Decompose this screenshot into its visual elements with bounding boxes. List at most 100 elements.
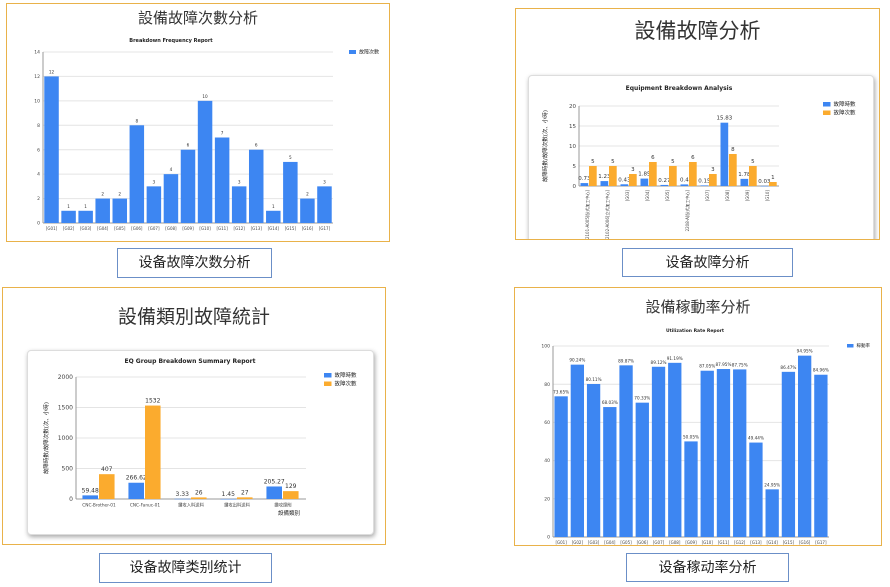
- group-breakdown-chart: EQ Group Breakdown Summary Report 0 500 100…: [42, 358, 358, 517]
- legend-label: 稼動率: [857, 342, 871, 349]
- x-tick-label: [G17]: [319, 226, 331, 231]
- x-tick-label: [G09]: [685, 540, 697, 545]
- data-label: 1: [84, 204, 87, 209]
- chart-title: Equipment Breakdown Analysis: [626, 85, 733, 92]
- x-tick-label: [G13]: [251, 226, 263, 231]
- bar-series1: [283, 161, 298, 223]
- data-label: 87.95%: [715, 362, 731, 367]
- x-tick-label: [G08]: [725, 190, 730, 202]
- data-label: 5: [611, 159, 615, 165]
- bar-series1: [797, 355, 812, 537]
- bar-series2: [669, 166, 677, 186]
- x-tick-label: [G15]: [285, 226, 297, 231]
- x-tick-label: [G14]: [767, 540, 779, 545]
- utilization-chart: Utilization Rate Report 0 20 40 60 80 100 73.65…: [541, 328, 871, 545]
- data-label: 91.19%: [667, 356, 683, 361]
- y-tick-label: 0: [69, 496, 73, 503]
- y-tick-label: 6: [37, 147, 40, 153]
- data-label: 0.4: [680, 177, 689, 183]
- x-tick-label: 2102-A006[立式加工中心]: [604, 190, 610, 239]
- data-label: 1: [771, 175, 775, 181]
- bar-series2: [729, 154, 737, 186]
- bar-series1: [317, 186, 332, 223]
- x-tick-label: [G10]: [702, 540, 714, 545]
- bar-series1: [716, 369, 731, 537]
- caption-group-breakdown: 设备故障类别统计: [99, 553, 272, 583]
- bar-series2: [99, 474, 115, 499]
- data-label: 59.48: [82, 487, 99, 494]
- data-label: 8: [135, 118, 138, 123]
- bar-series2: [749, 166, 757, 186]
- data-label: 10: [202, 94, 208, 99]
- y-tick-label: 2: [37, 196, 40, 202]
- bar-series1: [586, 383, 601, 537]
- legend-label: 故障次數: [834, 109, 857, 117]
- y-tick-label: 100: [541, 344, 550, 350]
- y-tick-label: 0: [573, 184, 577, 190]
- bar-series1: [95, 198, 110, 223]
- x-tick-label: 鑽攻出料送料: [224, 501, 250, 508]
- chart-card: Breakdown Frequency Report 0 2 4 6 8 10 12 14 12[…: [11, 32, 387, 239]
- data-label: 94.95%: [797, 349, 813, 354]
- panel-breakdown-frequency: 設備故障次數分析 Breakdown Frequency Report 0 2 4 6 8…: [6, 3, 390, 242]
- data-label: 3: [323, 179, 326, 184]
- data-label: 84.96%: [813, 368, 829, 373]
- data-label: 68.03%: [602, 400, 618, 405]
- data-label: 205.27: [264, 478, 285, 485]
- bar-series1: [128, 482, 144, 499]
- x-tick-label: [G08]: [669, 540, 681, 545]
- x-tick-label: [G06]: [131, 226, 143, 231]
- bar-series1: [300, 198, 315, 223]
- x-tick-label: 鑽攻鏜削: [274, 501, 291, 508]
- x-tick-label: [G06]: [637, 540, 649, 545]
- x-tick-label: [G05]: [620, 540, 632, 545]
- bar-series2: [145, 405, 161, 499]
- bar-series1: [580, 183, 589, 186]
- x-tick-label: [G17]: [815, 540, 827, 545]
- bar-series1: [248, 149, 264, 223]
- x-tick-label: [G14]: [268, 226, 280, 231]
- bar-series1: [740, 178, 749, 186]
- bar-series1: [680, 184, 689, 186]
- bar-series1: [619, 365, 633, 537]
- bar-series1: [266, 210, 281, 223]
- y-axis-label: 故障時數/故障次數(次、小時): [541, 110, 549, 182]
- y-tick-label: 60: [544, 420, 550, 426]
- data-label: 5: [751, 159, 755, 165]
- bar-series1: [163, 174, 179, 223]
- bar-series1: [266, 486, 282, 499]
- data-label: 8: [731, 147, 735, 153]
- legend-label: 故障時數: [335, 371, 358, 379]
- y-tick-label: 0: [547, 535, 550, 541]
- data-label: 6: [691, 155, 695, 161]
- data-label: 5: [289, 155, 292, 160]
- x-tick-label: 2101-A005[臥式加工中心]: [584, 190, 590, 239]
- bar-series1: [220, 498, 236, 500]
- y-tick-label: 20: [569, 104, 576, 110]
- panel-heading: 設備故障分析: [634, 19, 761, 43]
- x-tick-label: CNC-Fanuc-01: [130, 502, 161, 508]
- data-label: 26: [195, 489, 203, 496]
- x-tick-label: [G03]: [625, 190, 630, 202]
- y-tick-label: 1000: [58, 435, 73, 442]
- data-label: 89.87%: [618, 358, 634, 363]
- bar-series1: [129, 125, 145, 223]
- data-label: 1532: [145, 398, 160, 405]
- data-label: 2: [101, 192, 104, 197]
- x-tick-label: [G04]: [604, 540, 616, 545]
- data-label: 86.47%: [780, 365, 796, 370]
- bar-series1: [112, 198, 128, 223]
- x-tick-label: [G04]: [645, 190, 650, 202]
- x-tick-label: [G11]: [718, 540, 730, 545]
- y-tick-label: 12: [34, 74, 40, 80]
- bar-series2: [769, 182, 777, 186]
- y-tick-label: 15: [569, 124, 576, 130]
- bar-series2: [709, 174, 717, 186]
- y-axis-label: 故障時數/故障次數(次、小時): [42, 402, 50, 474]
- data-label: 90.24%: [569, 358, 585, 363]
- data-label: 3: [238, 179, 241, 184]
- bar-series1: [765, 489, 779, 537]
- bar-series2: [191, 497, 207, 499]
- data-label: 6: [651, 155, 655, 161]
- data-label: 3: [711, 167, 715, 173]
